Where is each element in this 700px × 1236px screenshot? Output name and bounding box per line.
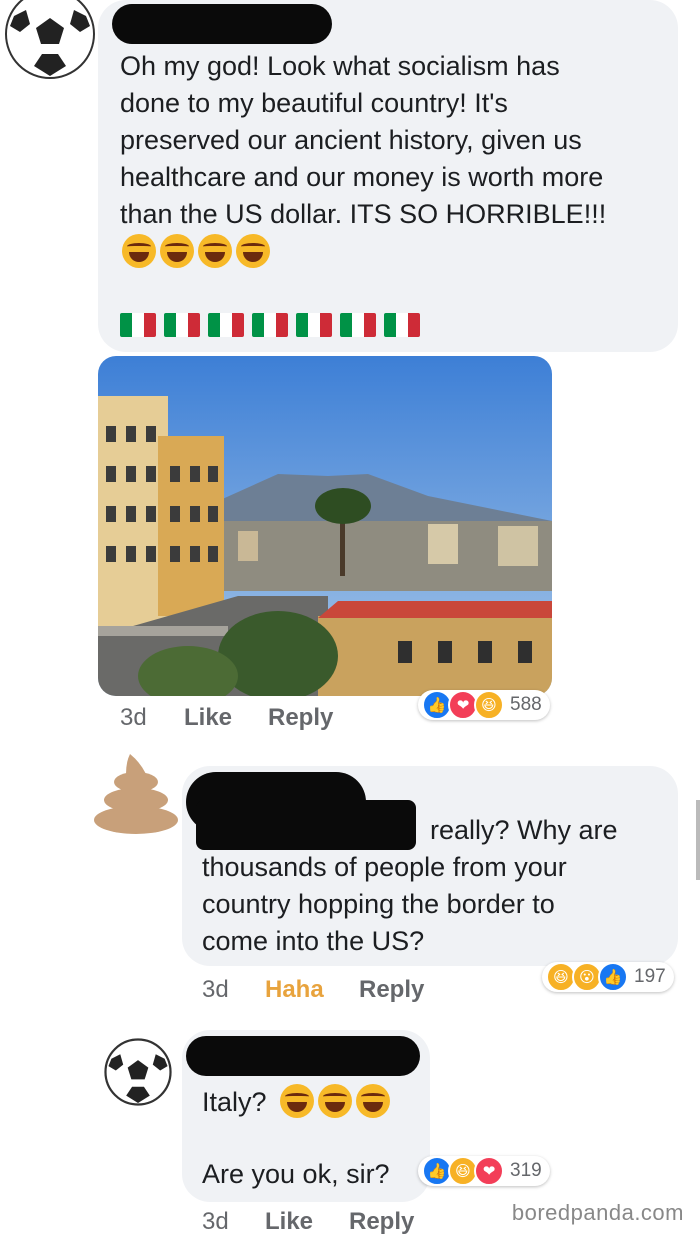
poop-emoji-avatar[interactable] [90, 748, 182, 840]
italy-flag-icon [384, 313, 420, 337]
italy-flag-icon [340, 313, 376, 337]
comment-2-timestamp: 3d [202, 976, 229, 1003]
comment-text-1: Oh my god! Look what socialism has done … [120, 51, 607, 229]
reaction-count: 319 [510, 1160, 542, 1181]
comment-text-2: really? Why are thousands of people from… [202, 815, 618, 956]
comment-2-haha-button[interactable]: Haha [265, 976, 324, 1004]
italy-flag-icon [164, 313, 200, 337]
laughing-emoji-icon [280, 1084, 314, 1118]
comment-1-timestamp: 3d [120, 704, 147, 731]
watermark: boredpanda.com [511, 1200, 684, 1225]
comment-3-like-button[interactable]: Like [265, 1208, 313, 1236]
soccer-ball-avatar[interactable] [104, 1038, 172, 1106]
laughing-emoji-icon [318, 1084, 352, 1118]
comment-2-reactions[interactable]: 😆 😮 👍 197 [542, 962, 674, 992]
love-reaction-icon: ❤ [474, 1156, 504, 1186]
soccer-ball-icon [104, 1038, 172, 1106]
poop-emoji-icon [94, 754, 178, 834]
laughing-emoji-icon [356, 1084, 390, 1118]
comment-1-like-button[interactable]: Like [184, 704, 232, 732]
laughing-emoji-row-1 [122, 234, 270, 268]
comment-3-timestamp: 3d [202, 1208, 229, 1235]
soccer-ball-icon [5, 0, 95, 79]
laughing-emoji-icon [122, 234, 156, 268]
comment-text-3-line2: Are you ok, sir? [202, 1159, 390, 1189]
italy-flag-icon [120, 313, 156, 337]
laughing-emoji-icon [160, 234, 194, 268]
comment-1-reply-button[interactable]: Reply [268, 704, 333, 732]
italy-flag-icon [296, 313, 332, 337]
naples-vesuvius-photo[interactable] [98, 356, 552, 696]
like-reaction-icon: 👍 [598, 962, 628, 992]
redacted-username-3 [186, 1036, 420, 1076]
laughing-emoji-icon [198, 234, 232, 268]
comment-3-reactions[interactable]: 👍 😆 ❤ 319 [418, 1156, 550, 1186]
comment-1-reactions[interactable]: 👍 ❤ 😆 588 [418, 690, 550, 720]
laughing-emoji-row-3 [280, 1084, 390, 1118]
italy-flag-row [120, 313, 420, 337]
city-photo-image [98, 356, 552, 696]
redacted-username-1 [112, 4, 332, 44]
scrollbar[interactable] [696, 800, 700, 880]
reaction-count: 197 [634, 966, 666, 987]
italy-flag-icon [208, 313, 244, 337]
laughing-emoji-icon [236, 234, 270, 268]
reaction-count: 588 [510, 694, 542, 715]
comment-3-reply-button[interactable]: Reply [349, 1208, 414, 1236]
soccer-ball-avatar[interactable] [4, 0, 96, 80]
haha-reaction-icon: 😆 [474, 690, 504, 720]
comment-2-reply-button[interactable]: Reply [359, 976, 424, 1004]
italy-flag-icon [252, 313, 288, 337]
comment-text-3-line1: Italy? [202, 1087, 267, 1117]
